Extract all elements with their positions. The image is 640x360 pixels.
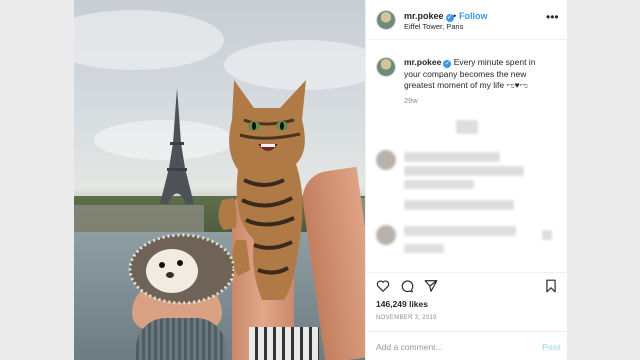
username-text[interactable]: mr.pokee	[404, 11, 444, 21]
follow-button[interactable]: Follow	[459, 11, 488, 21]
caption-emoji: ಌ♥ಌ	[506, 80, 528, 90]
follow-separator: •	[453, 11, 457, 21]
sleeve-cuff	[249, 327, 319, 360]
redacted-block	[542, 230, 552, 240]
redacted-text	[404, 180, 474, 189]
more-icon[interactable]: •••	[546, 10, 559, 24]
share-icon[interactable]	[424, 279, 438, 293]
post-date[interactable]: NOVEMBER 3, 2019	[376, 315, 437, 321]
avatar[interactable]	[376, 57, 396, 77]
post-age[interactable]: 29w	[404, 96, 418, 105]
redacted-text	[404, 226, 516, 236]
location-link[interactable]: Eiffel Tower, Paris	[404, 22, 463, 31]
redacted-avatar	[376, 225, 396, 245]
caption: mr.pokee ✓ Every minute spent in your com…	[404, 57, 554, 92]
cloud	[74, 10, 224, 70]
comment-icon[interactable]	[400, 279, 414, 293]
post-sidebar: mr.pokee ✓ • Follow Eiffel Tower, Paris •…	[365, 0, 568, 360]
post-header: mr.pokee ✓ • Follow Eiffel Tower, Paris •…	[366, 0, 568, 40]
heart-icon[interactable]	[376, 279, 390, 293]
hedgehog	[128, 233, 234, 305]
post-comment-button[interactable]: Post	[542, 342, 560, 352]
avatar[interactable]	[376, 10, 396, 30]
likes-count[interactable]: 146,249 likes	[376, 299, 428, 309]
redacted-block	[456, 120, 478, 134]
add-comment-input[interactable]	[376, 340, 526, 354]
redacted-text	[404, 166, 524, 176]
post-dialog: mr.pokee ✓ • Follow Eiffel Tower, Paris •…	[74, 0, 568, 360]
username[interactable]: mr.pokee ✓	[404, 11, 454, 22]
bookmark-icon[interactable]	[544, 279, 558, 293]
redacted-text	[404, 244, 444, 253]
eiffel-tower	[160, 88, 194, 204]
caption-username[interactable]: mr.pokee	[404, 57, 441, 67]
redacted-text	[404, 200, 514, 210]
post-actions: 146,249 likes NOVEMBER 3, 2019 Post	[366, 272, 568, 360]
redacted-text	[404, 152, 500, 162]
redacted-avatar	[376, 150, 396, 170]
add-comment-bar: Post	[366, 331, 568, 360]
post-photo	[74, 0, 365, 360]
sleeve	[136, 318, 226, 360]
